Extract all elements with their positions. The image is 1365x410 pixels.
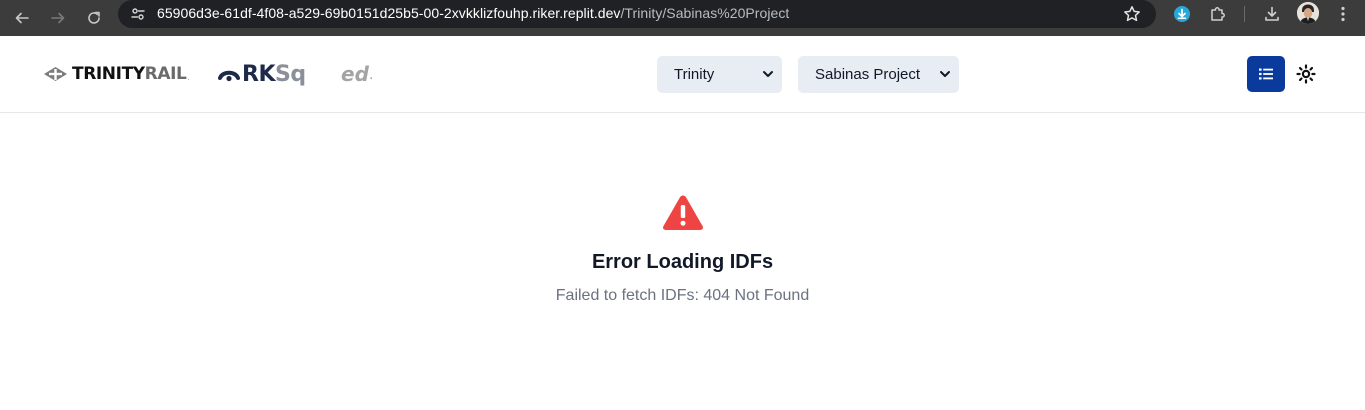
downloads-icon [1265,6,1279,21]
browser-menu-button[interactable] [1332,3,1354,25]
bookmark-star-icon[interactable] [1122,4,1142,24]
error-message: Failed to fetch IDFs: 404 Not Found [555,287,810,304]
trinity-logo-rail: RAIL [144,64,187,84]
list-view-button[interactable] [1247,56,1285,92]
back-arrow-icon [15,12,29,24]
extensions-puzzle-icon [1211,7,1225,21]
list-icon [1259,68,1273,80]
profile-avatar[interactable] [1297,2,1319,24]
project-select-value: Sabinas Project [815,66,921,83]
theme-toggle-button[interactable] [1295,63,1317,85]
chevron-down-icon [763,71,773,77]
trinity-arrow-logo-mark [44,67,67,81]
url-host: 65906d3e-61df-4f08-a529-69b0151d25b5-00-… [157,5,621,21]
reload-icon [88,11,100,24]
browser-toolbar: 65906d3e-61df-4f08-a529-69b0151d25b5-00-… [0,0,1365,36]
error-title: Error Loading IDFs [591,251,774,273]
site-info-icon[interactable] [130,6,146,22]
extensions-button[interactable] [1207,3,1229,25]
toolbar-divider [1244,6,1245,22]
chevron-down-icon [940,71,950,77]
company-select-value: Trinity [674,66,715,83]
company-select[interactable]: Trinity [657,56,782,93]
forward-arrow-icon [51,12,65,24]
trinity-rail-logo[interactable]: TRINITYRAIL . [43,62,189,86]
trinity-logo-text: TRINITYRAIL [72,64,187,84]
project-select[interactable]: Sabinas Project [798,56,959,93]
address-bar[interactable]: 65906d3e-61df-4f08-a529-69b0151d25b5-00-… [118,0,1156,28]
rksq-logo[interactable]: RK Sq [218,60,306,88]
url-text[interactable]: 65906d3e-61df-4f08-a529-69b0151d25b5-00-… [157,0,789,28]
download-extension-button[interactable] [1171,3,1193,25]
back-button[interactable] [8,4,36,32]
download-extension-icon [1174,6,1190,22]
rksq-logo-rk: RK [242,61,276,87]
app-header: TRINITYRAIL . RK Sq ed. Trinity Sabinas P… [0,36,1365,113]
forward-button[interactable] [44,4,72,32]
trinity-logo-mark: . [187,75,190,82]
menu-kebab-icon [1341,6,1345,22]
rksq-signal-logo-mark [218,70,240,82]
warning-triangle-icon [663,195,703,230]
trinity-logo-main: TRINITY [72,64,145,84]
sun-icon [1296,64,1316,84]
downloads-button[interactable] [1261,3,1283,25]
url-path: /Trinity/Sabinas%20Project [620,5,790,21]
ed-logo-dot: . [369,72,374,82]
ed-logo[interactable]: ed. [341,62,373,86]
profile-avatar-image [1297,2,1319,24]
ed-logo-text: ed [341,62,369,86]
rksq-logo-sq: Sq [275,61,306,87]
reload-button[interactable] [80,4,108,32]
